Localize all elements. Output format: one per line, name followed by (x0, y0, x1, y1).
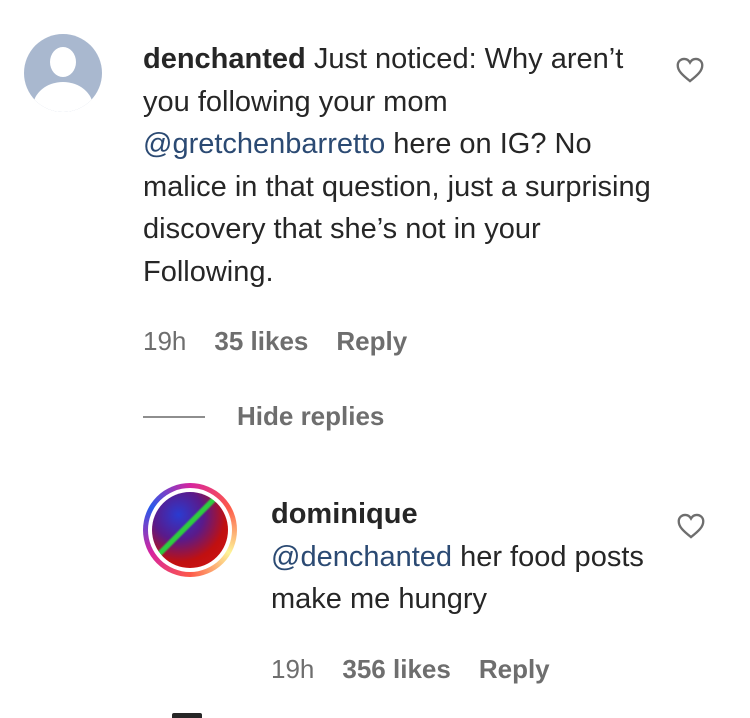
comment-reply-button[interactable]: Reply (336, 326, 407, 357)
reply-mention[interactable]: @denchanted (271, 541, 452, 573)
reply-username[interactable]: dominique (271, 493, 661, 536)
divider-line (143, 415, 205, 418)
avatar[interactable] (143, 483, 237, 577)
reply-reply-button[interactable]: Reply (479, 654, 550, 685)
reply-meta: 19h 356 likes Reply (271, 654, 578, 685)
heart-outline-icon[interactable] (677, 513, 705, 539)
comment-meta: 19h 35 likes Reply (143, 326, 435, 357)
comment-mention[interactable]: @gretchenbarretto (143, 128, 385, 160)
default-profile-icon (50, 47, 76, 77)
reply-body: dominique @denchanted her food posts mak… (271, 493, 661, 621)
next-item-fragment (172, 713, 202, 718)
hide-replies-label: Hide replies (237, 401, 385, 431)
reply-likes-count[interactable]: 356 likes (342, 654, 450, 685)
comment-timestamp: 19h (143, 326, 187, 356)
avatar[interactable] (24, 34, 102, 112)
comment-likes-count[interactable]: 35 likes (214, 326, 308, 357)
comment-body: denchanted Just noticed: Why aren’t you … (143, 38, 653, 293)
reply-timestamp: 19h (271, 654, 315, 684)
hide-replies-toggle[interactable]: Hide replies (143, 401, 384, 432)
story-ring-avatar (152, 492, 228, 568)
heart-outline-icon[interactable] (676, 57, 704, 83)
comment-username[interactable]: denchanted (143, 43, 306, 75)
